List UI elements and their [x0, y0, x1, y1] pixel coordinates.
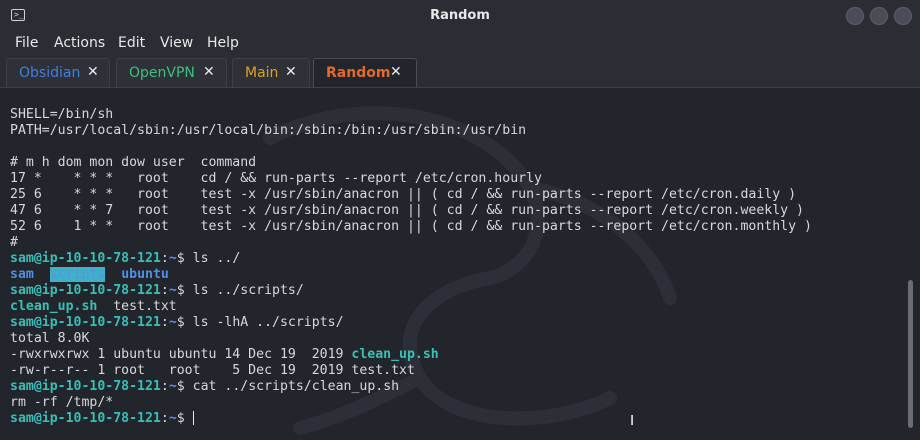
close-icon[interactable]: ✕	[203, 64, 215, 80]
dir-entry: sam	[10, 267, 34, 282]
tab-random[interactable]: Random ✕	[313, 58, 417, 87]
terminal-output[interactable]: SHELL=/bin/sh PATH=/usr/local/sbin:/usr/…	[0, 88, 903, 440]
command-text: ls ../	[184, 251, 241, 266]
tab-label: Random	[326, 65, 391, 81]
menu-file[interactable]: File	[15, 35, 38, 51]
prompt-user: sam@ip-10-10-78-121	[10, 379, 161, 394]
env-shell-line: SHELL=/bin/sh	[10, 107, 114, 122]
tab-main[interactable]: Main ✕	[232, 58, 310, 87]
close-icon[interactable]: ✕	[87, 64, 99, 80]
file-entry: test.txt	[113, 299, 177, 314]
prompt-path: ~	[168, 315, 177, 330]
tab-label: Main	[245, 65, 279, 81]
prompt-line: sam@ip-10-10-78-121:~$ ls ../	[10, 251, 240, 267]
prompt-user: sam@ip-10-10-78-121	[10, 411, 161, 426]
command-text: cat ../scripts/clean_up.sh	[184, 379, 400, 394]
prompt-user: sam@ip-10-10-78-121	[10, 283, 161, 298]
ls-row-meta: -rwxrwxrwx 1 ubuntu ubuntu 14 Dec 19 201…	[10, 347, 352, 362]
prompt-path: ~	[168, 283, 177, 298]
crontab-monthly-line: 52 6 1 * * root test -x /usr/sbin/anacro…	[10, 219, 812, 234]
command-text: ls -lhA ../scripts/	[184, 315, 344, 330]
prompt-symbol: $	[176, 315, 185, 330]
crontab-weekly-line: 47 6 * * 7 root test -x /usr/sbin/anacro…	[10, 203, 804, 218]
prompt-sep: :	[160, 379, 169, 394]
tab-label: OpenVPN	[129, 65, 195, 81]
exec-file-entry: clean_up.sh	[10, 299, 98, 314]
prompt-sep: :	[160, 251, 169, 266]
dir-entry-highlighted: scripts	[49, 267, 106, 282]
crontab-hourly-line: 17 * * * * root cd / && run-parts --repo…	[10, 171, 542, 186]
ls-output-line: sam scripts ubuntu	[10, 267, 169, 283]
prompt-user: sam@ip-10-10-78-121	[10, 315, 161, 330]
exec-file-entry: clean_up.sh	[351, 347, 439, 362]
prompt-sep: :	[160, 283, 169, 298]
terminal-window: >_ Random File Actions Edit View Help Ob…	[0, 0, 920, 440]
scrollbar-thumb[interactable]	[908, 280, 913, 428]
prompt-path: ~	[168, 411, 177, 426]
prompt-sep: :	[160, 315, 169, 330]
tab-bar: Obsidian ✕ OpenVPN ✕ Main ✕ Random ✕	[0, 56, 920, 88]
close-icon[interactable]: ✕	[285, 64, 297, 80]
prompt-line: sam@ip-10-10-78-121:~$ ls -lhA ../script…	[10, 315, 344, 331]
window-title: Random	[430, 8, 490, 23]
prompt-symbol: $	[176, 411, 185, 426]
prompt-line: sam@ip-10-10-78-121:~$ ls ../scripts/	[10, 283, 304, 299]
tab-openvpn[interactable]: OpenVPN ✕	[116, 58, 227, 87]
prompt-line: sam@ip-10-10-78-121:~$ cat ../scripts/cl…	[10, 379, 399, 395]
menu-actions[interactable]: Actions	[54, 35, 105, 51]
ibeam-cursor-icon: Ⅰ	[630, 413, 635, 429]
prompt-symbol: $	[176, 379, 185, 394]
vertical-scrollbar[interactable]	[903, 88, 920, 440]
command-text: ls ../scripts/	[184, 283, 304, 298]
close-icon[interactable]: ✕	[390, 64, 402, 80]
crontab-end-line: #	[10, 235, 18, 250]
menu-view[interactable]: View	[160, 35, 193, 51]
prompt-sep: :	[160, 411, 169, 426]
title-bar: >_ Random	[0, 0, 920, 32]
menu-help[interactable]: Help	[207, 35, 239, 51]
dir-entry: ubuntu	[121, 267, 169, 282]
prompt-path: ~	[168, 251, 177, 266]
tab-obsidian[interactable]: Obsidian ✕	[6, 58, 110, 87]
command-input[interactable]	[185, 411, 193, 426]
ls-output-line: clean_up.sh test.txt	[10, 299, 177, 315]
tab-label: Obsidian	[19, 65, 81, 81]
crontab-header-line: # m h dom mon dow user command	[10, 155, 257, 170]
prompt-symbol: $	[176, 251, 185, 266]
minimize-button[interactable]	[846, 7, 864, 25]
cat-output-line: rm -rf /tmp/*	[10, 395, 114, 410]
close-window-button[interactable]	[894, 7, 912, 25]
prompt-user: sam@ip-10-10-78-121	[10, 251, 161, 266]
crontab-daily-line: 25 6 * * * root test -x /usr/sbin/anacro…	[10, 187, 797, 202]
text-cursor	[192, 411, 194, 425]
ls-row: -rw-r--r-- 1 root root 5 Dec 19 2019 tes…	[10, 363, 415, 378]
active-prompt-line[interactable]: sam@ip-10-10-78-121:~$	[10, 411, 194, 427]
env-path-line: PATH=/usr/local/sbin:/usr/local/bin:/sbi…	[10, 123, 527, 138]
ls-row: -rwxrwxrwx 1 ubuntu ubuntu 14 Dec 19 201…	[10, 347, 439, 363]
maximize-button[interactable]	[870, 7, 888, 25]
prompt-symbol: $	[176, 283, 185, 298]
prompt-path: ~	[168, 379, 177, 394]
menu-edit[interactable]: Edit	[118, 35, 145, 51]
ls-total-line: total 8.0K	[10, 331, 90, 346]
menu-bar: File Actions Edit View Help	[0, 32, 920, 56]
